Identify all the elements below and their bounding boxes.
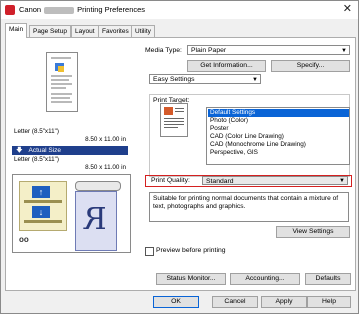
print-target-item-cad-color[interactable]: CAD (Color Line Drawing) (208, 133, 349, 141)
doc-text-line (51, 101, 72, 103)
help-button[interactable]: Help (307, 296, 351, 308)
tab-layout[interactable]: Layout (71, 25, 99, 37)
mirrored-r-icon: R (84, 202, 107, 237)
up-arrow-icon: ↑ (32, 186, 50, 198)
settings-mode-select[interactable]: Easy Settings ▼ (149, 74, 261, 84)
view-settings-button[interactable]: View Settings (276, 226, 350, 238)
paper-size-info: Letter (8.5"x11") 8.50 x 11.00 in (12, 128, 128, 144)
print-quality-highlight: Print Quality: Standard ▼ (145, 175, 352, 187)
preview-before-printing-checkbox[interactable] (145, 247, 154, 256)
tab-main[interactable]: Main (5, 23, 28, 38)
chevron-down-icon: ▼ (252, 77, 258, 83)
doc-image-accent (58, 66, 64, 72)
preview-before-printing-label: Preview before printing (156, 247, 226, 254)
target-icon-line (175, 108, 184, 109)
doc-text-line (51, 83, 72, 85)
preview-pane: Letter (8.5"x11") 8.50 x 11.00 in 🡇 Actu… (12, 44, 131, 280)
media-type-select[interactable]: Plain Paper ▼ (187, 45, 350, 55)
defaults-button[interactable]: Defaults (305, 273, 351, 285)
media-type-value: Plain Paper (191, 47, 227, 54)
target-icon-line (164, 118, 184, 119)
target-icon-line (164, 127, 178, 128)
status-monitor-button[interactable]: Status Monitor... (156, 273, 226, 285)
cancel-button[interactable]: Cancel (212, 296, 258, 308)
print-quality-select[interactable]: Standard ▼ (202, 176, 348, 185)
doc-text-line (51, 79, 69, 81)
print-target-item-perspective-gis[interactable]: Perspective, GIS (208, 149, 349, 157)
accounting-button[interactable]: Accounting... (230, 273, 300, 285)
main-tab-panel: Letter (8.5"x11") 8.50 x 11.00 in 🡇 Actu… (5, 37, 356, 291)
tab-favorites[interactable]: Favorites (98, 25, 133, 37)
print-quality-description: Suitable for printing normal documents t… (149, 192, 349, 222)
doc-text-line (51, 57, 71, 59)
chevron-down-icon: ▼ (339, 178, 345, 184)
doc-text-line (51, 97, 70, 99)
down-arrow-icon: 🡇 (16, 147, 23, 154)
close-icon[interactable]: ✕ (343, 3, 352, 15)
media-type-label: Media Type: (145, 47, 182, 54)
output-orientation-preview: R (75, 191, 117, 251)
output-size-label: Letter (8.5"x11") (14, 156, 59, 163)
print-target-list[interactable]: Default Settings Photo (Color) Poster CA… (206, 107, 350, 165)
settings-mode-value: Easy Settings (153, 76, 195, 83)
print-quality-value: Standard (206, 178, 234, 185)
title-prefix: Canon (19, 5, 42, 14)
print-target-document-icon (160, 103, 188, 137)
roll-paper-icon (75, 181, 121, 191)
tray-slot (24, 200, 62, 203)
down-arrow-icon: ↓ (32, 206, 50, 218)
doc-text-line (51, 87, 66, 89)
title-bar: Canon Printing Preferences ✕ (1, 1, 358, 19)
output-size-info: Letter (8.5"x11") 8.50 x 11.00 in (12, 156, 128, 172)
title-suffix: Printing Preferences (77, 5, 146, 14)
paper-size-label: Letter (8.5"x11") (14, 128, 59, 135)
print-target-item-photo-color[interactable]: Photo (Color) (208, 117, 349, 125)
actual-size-label: Actual Size (28, 147, 62, 154)
paper-size-dimensions: 8.50 x 11.00 in (85, 136, 126, 143)
print-target-item-poster[interactable]: Poster (208, 125, 349, 133)
doc-text-line (51, 75, 72, 77)
print-quality-label: Print Quality: (151, 177, 190, 184)
target-icon-image (164, 107, 173, 115)
tab-utility[interactable]: Utility (131, 25, 155, 37)
glasses-icon: oo (19, 235, 29, 244)
get-information-button[interactable]: Get Information... (187, 60, 266, 72)
printing-preferences-window: Canon Printing Preferences ✕ Main Page Se… (0, 0, 359, 314)
target-icon-line (164, 121, 184, 122)
ok-button[interactable]: OK (153, 296, 199, 308)
print-target-item-default-settings[interactable]: Default Settings (208, 109, 349, 117)
doc-text-line (51, 93, 72, 95)
actual-size-bar: 🡇 Actual Size (12, 146, 128, 155)
tab-page-setup[interactable]: Page Setup (29, 25, 71, 37)
chevron-down-icon: ▼ (341, 48, 347, 54)
target-icon-line (175, 111, 184, 112)
document-preview-thumbnail (46, 52, 78, 112)
output-size-dimensions: 8.50 x 11.00 in (85, 164, 126, 171)
window-title: Canon Printing Preferences (19, 5, 145, 14)
tray-slot (24, 220, 62, 223)
apply-button[interactable]: Apply (261, 296, 307, 308)
specify-button[interactable]: Specify... (271, 60, 350, 72)
paper-source-icon: ↑ ↓ (19, 181, 67, 231)
target-icon-line (164, 124, 184, 125)
printer-app-icon (5, 5, 15, 15)
printer-model-redacted (44, 6, 75, 14)
printer-settings-illustration: ↑ ↓ R oo (12, 174, 131, 253)
print-target-item-cad-monochrome[interactable]: CAD (Monochrome Line Drawing) (208, 141, 349, 149)
print-target-group: Print Target: Default Settings Photo (Co… (149, 94, 350, 177)
